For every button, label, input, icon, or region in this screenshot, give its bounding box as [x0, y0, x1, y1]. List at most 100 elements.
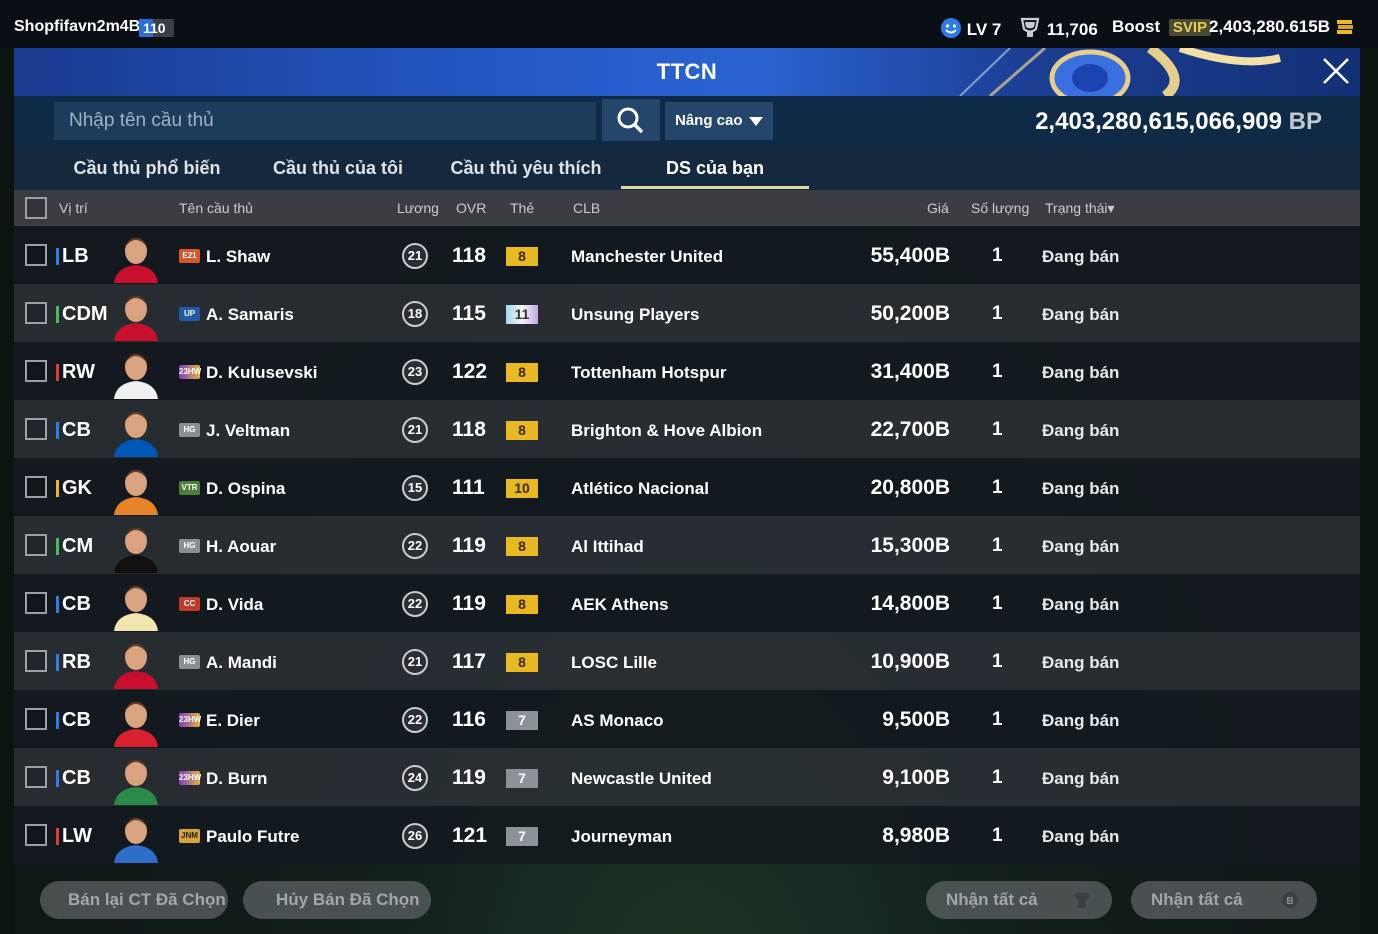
listing-quantity: 1 [992, 825, 1003, 846]
table-row[interactable]: CB HG J. Veltman 21 118 8 Brighton & Hove Albi… [14, 400, 1360, 458]
player-ovr: 119 [452, 534, 486, 557]
player-club: Al Ittihad [571, 537, 644, 556]
row-checkbox[interactable] [25, 534, 47, 556]
bp-unit: BP [1288, 108, 1322, 135]
listing-quantity: 1 [992, 361, 1003, 382]
listing-status: Đang bán [1042, 479, 1120, 498]
player-position: CB [62, 767, 91, 789]
tab-my-listings[interactable]: DS của bạn [621, 146, 809, 190]
row-checkbox[interactable] [25, 418, 47, 440]
player-club: Manchester United [571, 247, 724, 266]
username: Shopfifavn2m4B [14, 18, 141, 35]
account-level-badge: 110 [139, 19, 174, 37]
tab-my-players[interactable]: Cầu thủ của tôi [258, 146, 418, 190]
listing-quantity: 1 [992, 593, 1003, 614]
advanced-filter-dropdown[interactable]: Nâng cao [665, 102, 773, 140]
salary-badge: 15 [402, 475, 428, 501]
row-checkbox[interactable] [25, 708, 47, 730]
select-all-checkbox[interactable] [25, 197, 47, 219]
listing-price: 9,500B [882, 708, 950, 731]
svg-text:B: B [1286, 896, 1293, 907]
player-name: D. Kulusevski [206, 363, 318, 382]
table-row[interactable]: GK VTR D. Ospina 15 111 10 Atlético Nacional 20… [14, 458, 1360, 516]
resell-selected-button[interactable]: Bán lại CT Đã Chọn [40, 881, 228, 919]
player-search-input[interactable] [54, 102, 596, 140]
cancel-selected-label: Hủy Bán Đã Chọn [276, 890, 420, 909]
col-status-sort[interactable]: Trạng thái▾ [1045, 200, 1115, 217]
row-checkbox[interactable] [25, 824, 47, 846]
table-row[interactable]: RW 23HW D. Kulusevski 23 122 8 Tottenham Hotsp… [14, 342, 1360, 400]
player-ovr: 115 [452, 302, 486, 325]
row-checkbox[interactable] [25, 302, 47, 324]
salary-badge: 22 [402, 707, 428, 733]
currency-display[interactable]: 2,403,280.615B [1209, 17, 1355, 37]
player-position: CB [62, 709, 91, 731]
currency-amount: 2,403,280.615B [1209, 17, 1330, 36]
table-row[interactable]: LB E21 L. Shaw 21 118 8 Manchester United 55,40… [14, 226, 1360, 284]
listing-status: Đang bán [1042, 421, 1120, 440]
season-badge: 23HW [179, 713, 201, 727]
listing-price: 10,900B [870, 650, 950, 673]
salary-badge: 26 [402, 823, 428, 849]
svip-badge: SVIP [1168, 19, 1212, 36]
search-button[interactable] [602, 99, 660, 141]
trophy-icon [1020, 17, 1040, 37]
player-ovr: 121 [452, 824, 488, 847]
row-checkbox[interactable] [25, 476, 47, 498]
player-club: Atlético Nacional [571, 479, 709, 498]
boost-display[interactable]: Boost SVIP [1112, 17, 1212, 37]
player-avatar [114, 586, 158, 631]
player-position: CB [62, 593, 91, 615]
bp-balance: 2,403,280,615,066,909 BP [1035, 108, 1322, 136]
listing-price: 14,800B [870, 592, 950, 615]
top-status-bar: Shopfifavn2m4B 110 LV 7 11,706 Boost SVI… [0, 0, 1378, 48]
position-color-bar [56, 364, 59, 381]
row-checkbox[interactable] [25, 592, 47, 614]
salary-badge: 24 [402, 765, 428, 791]
col-position: Vị trí [59, 200, 88, 216]
listing-status: Đang bán [1042, 711, 1120, 730]
player-club: LOSC Lille [571, 653, 657, 672]
table-row[interactable]: CB 23HW D. Burn 24 119 7 Newcastle United 9,100… [14, 748, 1360, 806]
player-name: J. Veltman [206, 421, 291, 440]
listing-price: 8,980B [882, 824, 950, 847]
listing-quantity: 1 [992, 767, 1003, 788]
upgrade-grade-badge: 7 [506, 711, 538, 730]
row-checkbox[interactable] [25, 360, 47, 382]
claim-all-players-button[interactable]: Nhận tất cả [926, 881, 1112, 919]
close-icon[interactable] [1320, 55, 1352, 87]
cancel-selected-button[interactable]: Hủy Bán Đã Chọn [243, 881, 431, 919]
player-avatar [114, 296, 158, 341]
listing-price: 55,400B [870, 244, 950, 267]
player-club: AS Monaco [571, 711, 664, 730]
listing-status: Đang bán [1042, 769, 1120, 788]
upgrade-grade-badge: 7 [506, 769, 538, 788]
player-ovr: 117 [452, 650, 486, 673]
row-checkbox[interactable] [25, 650, 47, 672]
listing-status: Đang bán [1042, 363, 1120, 382]
table-row[interactable]: RB HG A. Mandi 21 117 8 LOSC Lille 10,900B 1 Đang… [14, 632, 1360, 690]
table-row[interactable]: CM HG H. Aouar 22 119 8 Al Ittihad 15,300B 1 Đang… [14, 516, 1360, 574]
col-salary: Lương [397, 200, 439, 216]
table-row[interactable]: CDM UP A. Samaris 18 115 11 Unsung Players 50,2… [14, 284, 1360, 342]
tab-favorite-players[interactable]: Cầu thủ yêu thích [440, 146, 612, 190]
table-row[interactable]: CB 23HW E. Dier 22 116 7 AS Monaco 9,500B 1 Đang … [14, 690, 1360, 748]
claim-all-bp-button[interactable]: Nhận tất cả B [1131, 881, 1317, 919]
player-avatar [114, 818, 158, 863]
player-avatar [114, 702, 158, 747]
salary-badge: 18 [402, 301, 428, 327]
col-player-name: Tên cầu thủ [179, 200, 253, 216]
position-color-bar [56, 538, 59, 555]
tab-popular-players[interactable]: Cầu thủ phổ biến [62, 146, 232, 190]
row-checkbox[interactable] [25, 244, 47, 266]
player-position: LB [62, 245, 89, 267]
player-avatar [114, 760, 158, 805]
table-row[interactable]: CB CC D. Vida 22 119 8 AEK Athens 14,800B 1 Đang … [14, 574, 1360, 632]
player-name: A. Mandi [206, 653, 277, 672]
resell-selected-label: Bán lại CT Đã Chọn [68, 890, 226, 909]
listing-price: 22,700B [870, 418, 950, 441]
player-club: Tottenham Hotspur [571, 363, 727, 382]
table-row[interactable]: LW JNM Paulo Futre 26 121 7 Journeyman 8,980B 1 Đ… [14, 806, 1360, 864]
row-checkbox[interactable] [25, 766, 47, 788]
player-avatar [114, 644, 158, 689]
